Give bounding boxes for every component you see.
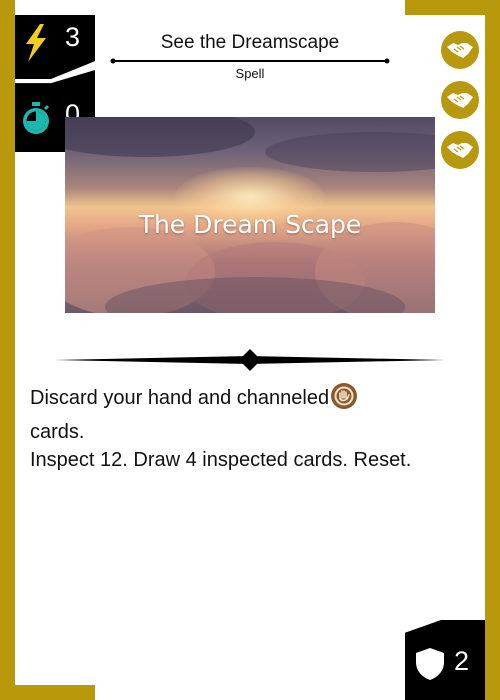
- stopwatch-icon: [23, 102, 50, 134]
- cost-value: 3: [65, 22, 81, 52]
- defense-value: 2: [454, 646, 470, 676]
- rules-text: Discard your hand and channeled cards. I…: [30, 382, 480, 474]
- lightning-icon: [26, 24, 46, 62]
- card-frame-top: [405, 0, 500, 15]
- card-title: See the Dreamscape: [160, 32, 340, 53]
- title-rule: [110, 58, 390, 64]
- card-frame-right: [485, 0, 500, 700]
- rules-line-3: Inspect 12. Draw 4 inspected cards. Rese…: [30, 449, 412, 471]
- rules-line-2: cards.: [30, 421, 85, 443]
- card-type: Spell: [235, 66, 265, 81]
- handshake-icon: [441, 131, 479, 169]
- text-divider: [55, 349, 445, 371]
- defense-badge: 2: [405, 620, 485, 700]
- card-frame-bottom: [0, 685, 95, 700]
- cost-badge: 3: [15, 15, 95, 79]
- art-cloud: [65, 117, 255, 157]
- handshake-icon: [441, 31, 479, 69]
- channel-hand-icon: [330, 382, 358, 418]
- rules-line-1: Discard your hand and channeled: [30, 387, 330, 409]
- token-list: [441, 31, 479, 181]
- handshake-icon: [441, 81, 479, 119]
- art-caption: The Dream Scape: [138, 210, 362, 239]
- card-art: The Dream Scape: [65, 117, 435, 313]
- art-cloud: [265, 132, 435, 172]
- card-frame-left: [0, 0, 15, 700]
- shield-icon: [416, 648, 444, 680]
